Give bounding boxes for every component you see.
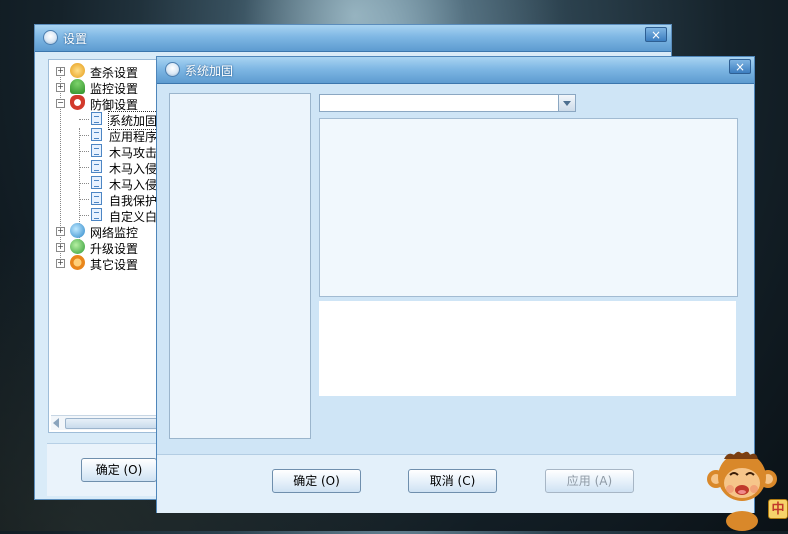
tree-connector xyxy=(79,167,89,168)
hardening-close-button[interactable]: × xyxy=(729,59,751,74)
doc-icon xyxy=(91,128,102,141)
hardening-apply-button[interactable]: 应用 (A) xyxy=(545,469,634,493)
expand-icon[interactable]: + xyxy=(56,243,65,252)
system-hardening-window: 系统加固 × 确定 (O) 取消 (C) 应用 (A) xyxy=(156,56,755,513)
app-shield-icon xyxy=(165,62,180,77)
doc-icon xyxy=(91,112,102,125)
hardening-category-list[interactable] xyxy=(169,93,311,439)
hardening-title: 系统加固 xyxy=(185,64,234,78)
doc-icon xyxy=(91,144,102,157)
network-icon xyxy=(70,223,85,238)
scroll-left-icon[interactable] xyxy=(53,418,59,428)
tree-connector xyxy=(79,151,89,152)
hardening-items-list[interactable] xyxy=(319,118,738,297)
expand-icon[interactable]: + xyxy=(56,259,65,268)
scan-settings-icon xyxy=(70,63,85,78)
expand-icon[interactable]: + xyxy=(56,227,65,236)
hardening-dropdown[interactable] xyxy=(319,94,576,112)
tree-connector xyxy=(79,215,89,216)
settings-close-button[interactable]: × xyxy=(645,27,667,42)
doc-icon xyxy=(91,192,102,205)
expand-icon[interactable]: + xyxy=(56,83,65,92)
doc-icon xyxy=(91,176,102,189)
doc-icon xyxy=(91,160,102,173)
doc-icon xyxy=(91,208,102,221)
hardening-description-panel xyxy=(319,301,736,396)
hardening-ok-button[interactable]: 确定 (O) xyxy=(272,469,361,493)
settings-titlebar[interactable]: 设置 × xyxy=(35,25,671,52)
chevron-down-icon[interactable] xyxy=(558,95,575,111)
tree-connector xyxy=(79,119,89,120)
upgrade-icon xyxy=(70,239,85,254)
tree-item-label: 其它设置 xyxy=(90,258,139,272)
hardening-titlebar[interactable]: 系统加固 × xyxy=(157,57,754,84)
app-shield-icon xyxy=(43,30,58,45)
collapse-icon[interactable]: − xyxy=(56,99,65,108)
hardening-cancel-button[interactable]: 取消 (C) xyxy=(408,469,497,493)
tree-connector xyxy=(79,183,89,184)
monkey-mascot[interactable]: 中 xyxy=(706,449,788,531)
monitor-settings-icon xyxy=(70,79,85,94)
expand-icon[interactable]: + xyxy=(56,67,65,76)
tree-connector xyxy=(79,135,89,136)
settings-title: 设置 xyxy=(63,32,88,46)
tree-connector xyxy=(79,199,89,200)
settings-ok-button[interactable]: 确定 (O) xyxy=(81,458,157,482)
ime-badge[interactable]: 中 xyxy=(768,499,788,519)
other-settings-icon xyxy=(70,255,85,270)
shield-icon xyxy=(70,95,85,110)
